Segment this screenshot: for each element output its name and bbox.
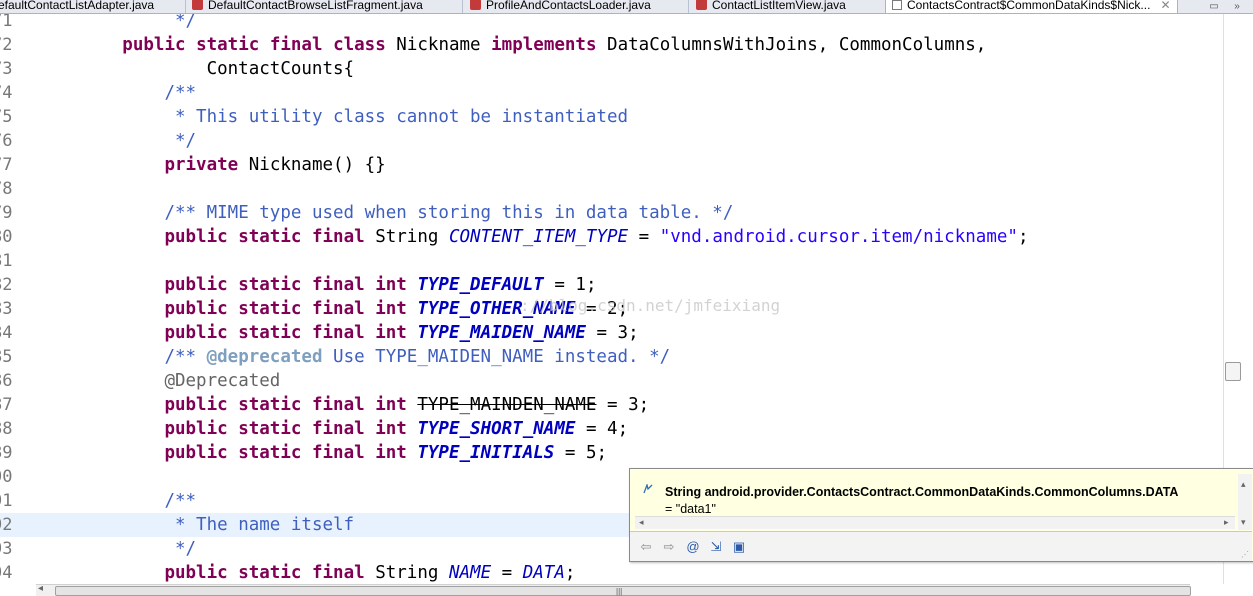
code-line: 73 ContactCounts{ [0, 59, 355, 79]
open-declaration-icon[interactable]: ⇲ [708, 539, 724, 555]
code-line: 89 public static final int TYPE_INITIALS… [0, 443, 608, 463]
tab-profile-and-contacts-loader[interactable]: ProfileAndContactsLoader.java [470, 0, 651, 13]
code-line: 82 public static final int TYPE_DEFAULT … [0, 275, 597, 295]
hover-toolbar: ⇦ ⇨ @ ⇲ ▣ ⋰ [630, 531, 1252, 561]
tab-default-contact-list-adapter[interactable]: efaultContactListAdapter.java [0, 0, 154, 13]
tab-overflow-icon[interactable]: » [1228, 0, 1246, 13]
code-line: 85 /** @deprecated Use TYPE_MAIDEN_NAME … [0, 347, 671, 367]
code-line: 74 /** [0, 83, 197, 103]
code-line: 81 [0, 251, 13, 271]
code-line: 86 @Deprecated [0, 371, 281, 391]
code-line: 79 /** MIME type used when storing this … [0, 203, 734, 223]
tab-contact-list-item-view[interactable]: ContactListItemView.java [696, 0, 846, 13]
code-line: 87 public static final int TYPE_MAINDEN_… [0, 395, 650, 415]
tab-contacts-contract-nickname[interactable]: ContactsContract$CommonDataKinds$Nick...… [885, 0, 1178, 13]
vertical-scrollbar-thumb[interactable] [1225, 362, 1241, 381]
watermark-text: ://blog.csdn.net/jmfeixiang [520, 296, 781, 315]
java-file-icon [192, 0, 203, 10]
hover-constant-value: = "data1" [665, 502, 716, 516]
class-file-icon [892, 0, 902, 10]
code-line: 80 public static final String CONTENT_IT… [0, 227, 1029, 247]
code-line: 76 */ [0, 131, 197, 151]
code-line: 94 public static final String NAME = DAT… [0, 563, 576, 583]
tab-separator [462, 0, 463, 13]
hover-scroll-left-icon[interactable]: ◂ [639, 517, 644, 528]
hover-horizontal-scrollbar[interactable] [635, 516, 1235, 529]
hover-scroll-up-icon[interactable]: ▴ [1241, 479, 1246, 490]
tab-list-icon[interactable]: ▭ [1205, 0, 1223, 13]
field-icon [643, 484, 653, 494]
java-file-icon [470, 0, 481, 10]
hover-scroll-right-icon[interactable]: ▸ [1224, 517, 1229, 528]
tab-default-contact-browse-list-fragment[interactable]: DefaultContactBrowseListFragment.java [192, 0, 423, 13]
close-tab-icon[interactable]: ✕ [1160, 0, 1170, 12]
scroll-left-arrow-icon[interactable]: ◂ [38, 583, 43, 594]
java-file-icon [696, 0, 707, 10]
hover-signature: String android.provider.ContactsContract… [665, 485, 1179, 499]
code-line: 84 public static final int TYPE_MAIDEN_N… [0, 323, 639, 343]
open-external-browser-icon[interactable]: ▣ [731, 539, 747, 555]
javadoc-hover-popup: String android.provider.ContactsContract… [629, 468, 1253, 562]
code-line: 78 [0, 179, 13, 199]
tab-separator [185, 0, 186, 13]
code-line: 71 */ [0, 14, 197, 31]
code-line: 77 private Nickname() {} [0, 155, 386, 175]
forward-icon[interactable]: ⇨ [661, 539, 677, 555]
tab-separator [688, 0, 689, 13]
code-line: 88 public static final int TYPE_SHORT_NA… [0, 419, 629, 439]
editor-tab-bar: efaultContactListAdapter.java DefaultCon… [0, 0, 1253, 14]
hover-content: String android.provider.ContactsContract… [635, 474, 1243, 516]
code-line: 75 * This utility class cannot be instan… [0, 107, 629, 127]
javadoc-view-icon[interactable]: @ [685, 539, 701, 555]
back-icon[interactable]: ⇦ [638, 539, 654, 555]
code-line: 72 public static final class Nickname im… [0, 35, 987, 55]
resize-grip-icon[interactable]: ⋰ [1241, 550, 1249, 559]
hover-scroll-down-icon[interactable]: ▾ [1241, 517, 1246, 528]
